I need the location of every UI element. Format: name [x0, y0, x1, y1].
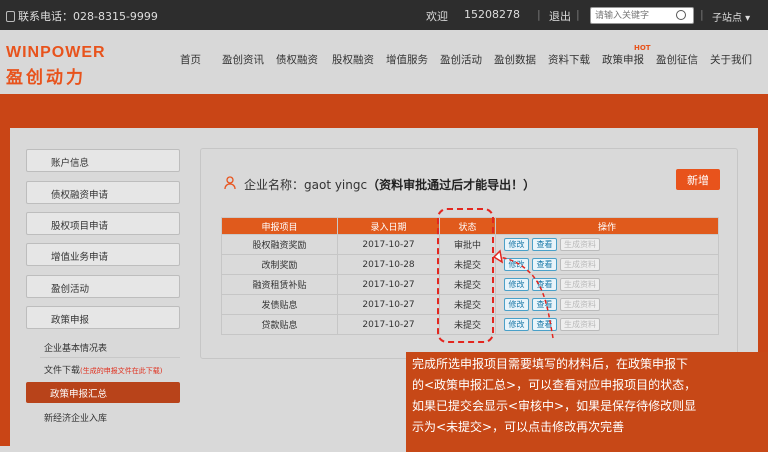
note-line: 如果已提交会显示<审核中>，如果是保存待修改则显 [412, 399, 697, 413]
note-line: 完成所选申报项目需要填写的材料后，在政策申报下 [412, 357, 689, 371]
annotation-note: 完成所选申报项目需要填写的材料后，在政策申报下 的<政策申报汇总>，可以查看对应… [406, 352, 768, 452]
note-line: 示为<未提交>，可以点击修改再次完善 [412, 420, 625, 434]
note-line: 的<政策申报汇总>，可以查看对应申报项目的状态， [412, 378, 697, 392]
